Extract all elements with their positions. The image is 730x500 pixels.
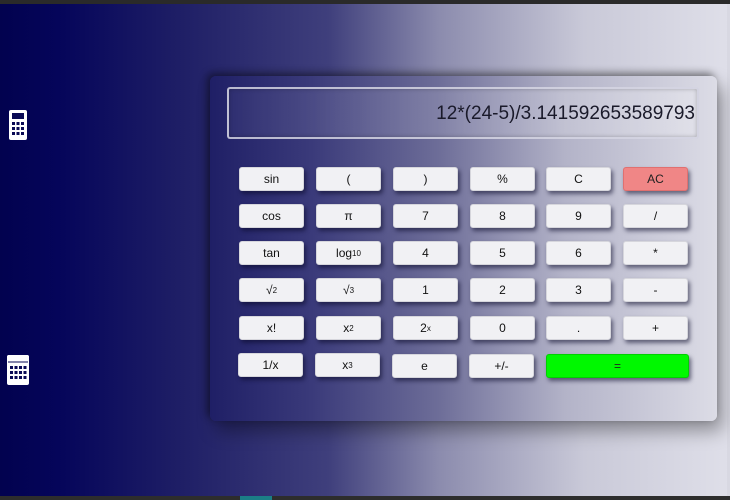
open-paren-button[interactable]: ( bbox=[316, 167, 381, 191]
square-exponent: 2 bbox=[349, 323, 354, 333]
calculator-panel: 12*(24-5)/3.141592653589793 sin ( ) % C … bbox=[210, 76, 717, 421]
power-of-two-button[interactable]: 2x bbox=[393, 316, 458, 340]
clear-button[interactable]: C bbox=[546, 167, 611, 191]
pi-button[interactable]: π bbox=[316, 204, 381, 228]
all-clear-button[interactable]: AC bbox=[623, 167, 688, 191]
calendar-icon[interactable] bbox=[6, 354, 30, 385]
close-paren-button[interactable]: ) bbox=[393, 167, 458, 191]
cube-root-button[interactable]: √ 3 bbox=[316, 278, 381, 302]
percent-button[interactable]: % bbox=[470, 167, 535, 191]
cube-root-symbol: √ bbox=[342, 283, 350, 297]
plus-button[interactable]: + bbox=[623, 316, 688, 340]
multiply-button[interactable]: * bbox=[623, 241, 688, 265]
display-expression: 12*(24-5)/3.141592653589793 bbox=[436, 103, 695, 124]
digit-6-button[interactable]: 6 bbox=[546, 241, 611, 265]
taskbar-accent bbox=[240, 496, 272, 500]
factorial-button[interactable]: x! bbox=[239, 316, 304, 340]
cube-exponent: 3 bbox=[348, 360, 353, 370]
cos-button[interactable]: cos bbox=[239, 204, 304, 228]
log10-button[interactable]: log 10 bbox=[316, 241, 381, 265]
display: 12*(24-5)/3.141592653589793 bbox=[227, 87, 699, 139]
digit-0-button[interactable]: 0 bbox=[470, 316, 535, 340]
euler-button[interactable]: e bbox=[392, 354, 457, 378]
square-root-index: 2 bbox=[272, 285, 278, 295]
tan-button[interactable]: tan bbox=[239, 241, 304, 265]
log10-label: log bbox=[336, 246, 353, 260]
digit-2-button[interactable]: 2 bbox=[470, 278, 535, 302]
digit-1-button[interactable]: 1 bbox=[393, 278, 458, 302]
calculator-icon[interactable] bbox=[8, 109, 28, 140]
digit-9-button[interactable]: 9 bbox=[546, 204, 611, 228]
cube-button[interactable]: x3 bbox=[315, 353, 380, 377]
log10-subscript: 10 bbox=[352, 248, 361, 258]
digit-3-button[interactable]: 3 bbox=[546, 278, 611, 302]
square-root-button[interactable]: √ 2 bbox=[239, 278, 304, 302]
equals-button[interactable]: = bbox=[546, 354, 689, 378]
digit-5-button[interactable]: 5 bbox=[470, 241, 535, 265]
square-root-symbol: √ bbox=[265, 283, 273, 297]
sin-button[interactable]: sin bbox=[239, 167, 304, 191]
power-of-two-exponent: x bbox=[426, 323, 431, 333]
reciprocal-button[interactable]: 1/x bbox=[238, 353, 303, 377]
negate-button[interactable]: +/- bbox=[469, 354, 534, 378]
square-button[interactable]: x2 bbox=[316, 316, 381, 340]
cube-root-index: 3 bbox=[349, 285, 355, 295]
decimal-button[interactable]: . bbox=[546, 316, 611, 340]
digit-4-button[interactable]: 4 bbox=[393, 241, 458, 265]
taskbar-strip bbox=[0, 496, 730, 500]
minus-button[interactable]: - bbox=[623, 278, 688, 302]
digit-7-button[interactable]: 7 bbox=[393, 204, 458, 228]
power-of-two-base: 2 bbox=[420, 321, 427, 335]
top-border bbox=[0, 0, 730, 4]
digit-8-button[interactable]: 8 bbox=[470, 204, 535, 228]
divide-button[interactable]: / bbox=[623, 204, 688, 228]
